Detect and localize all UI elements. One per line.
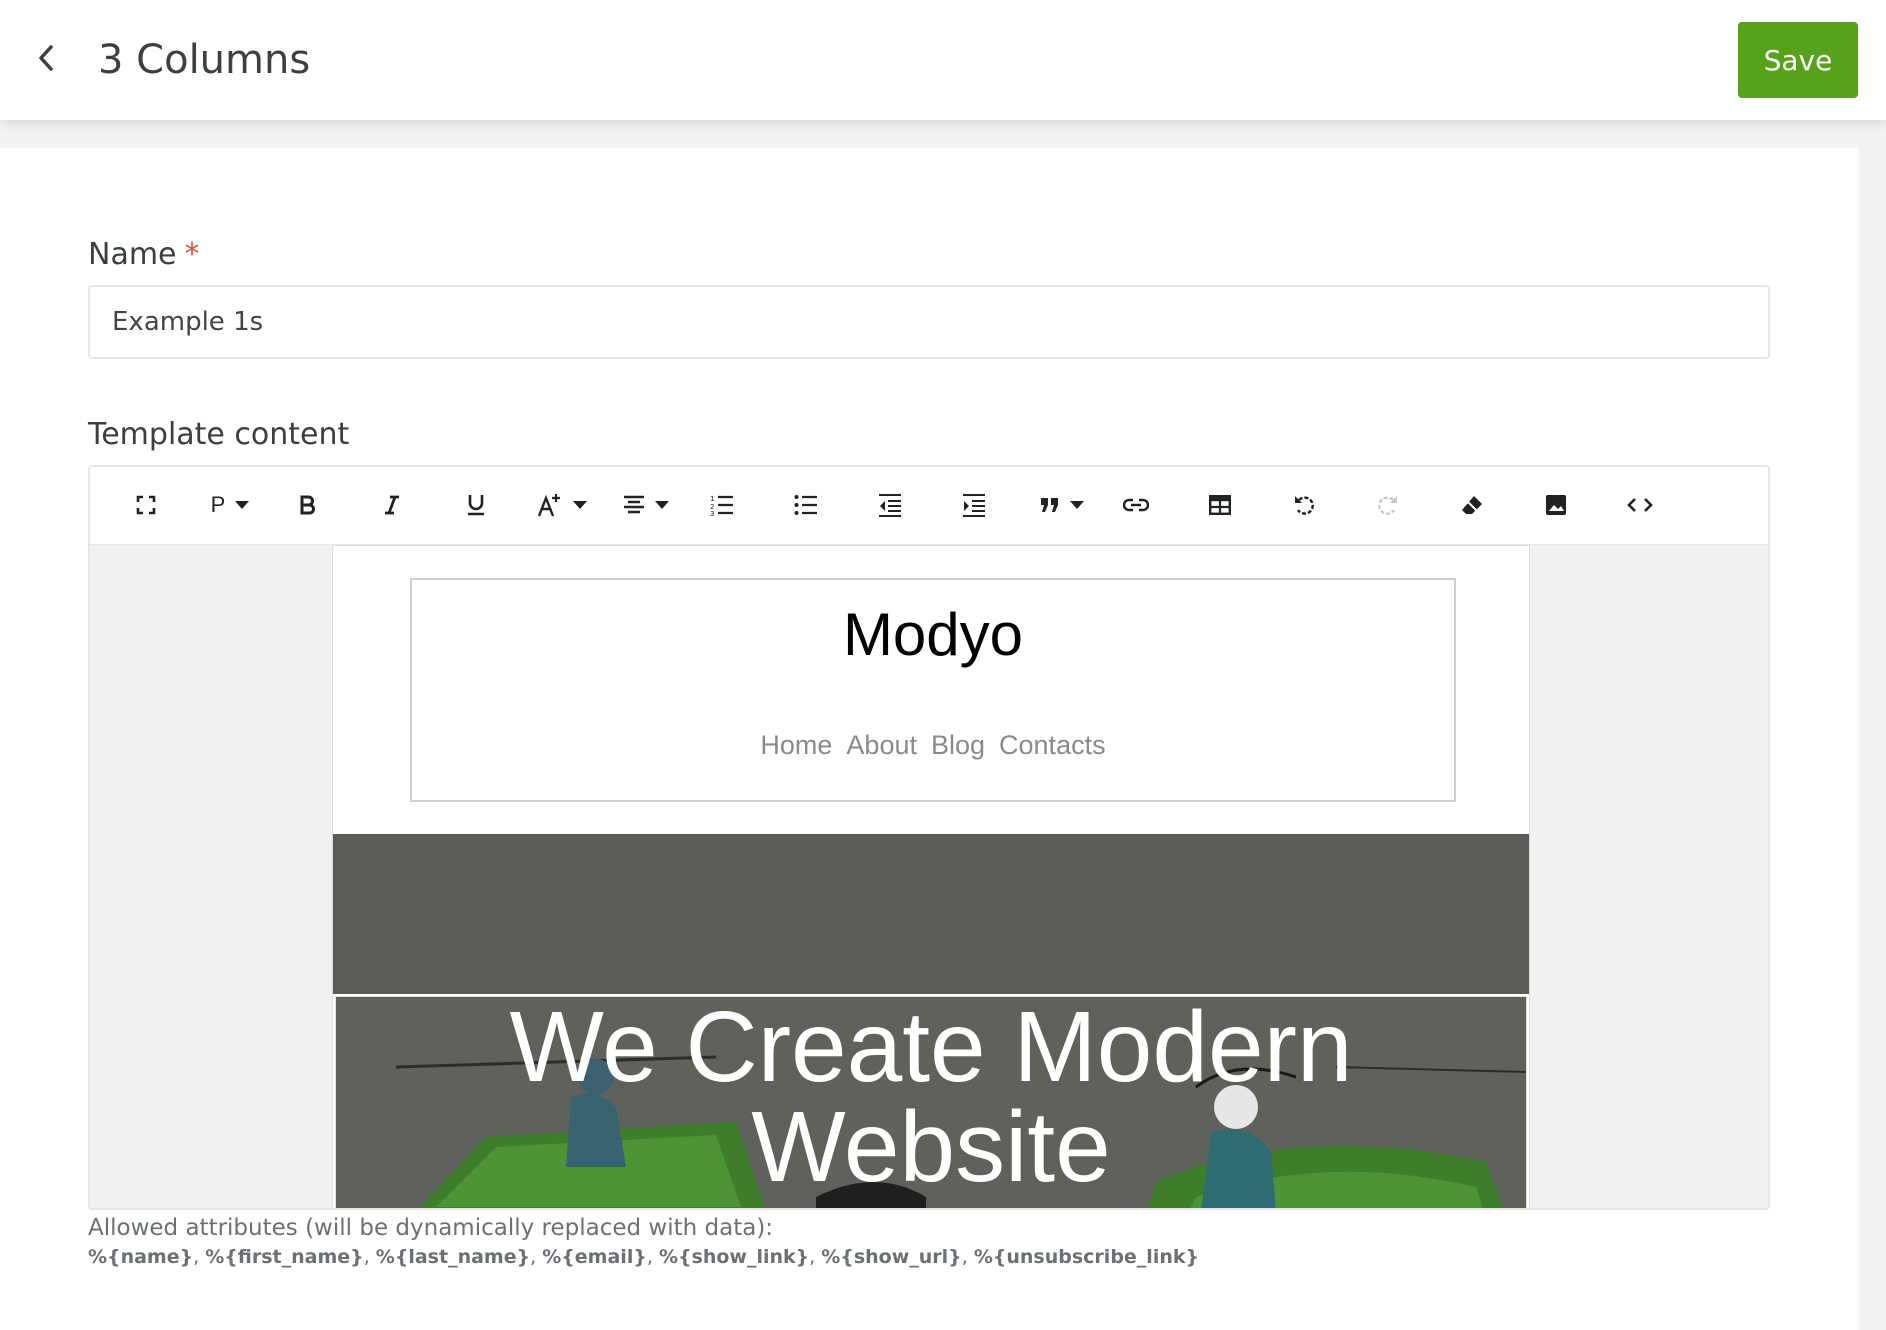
name-label-text: Name [88,237,177,272]
name-label: Name * [88,237,200,272]
top-bar: 3 Columns Save [0,0,1886,120]
blockquote-dropdown[interactable] [1034,484,1090,526]
redo-icon [1377,494,1399,516]
email-nav: Home About Blog Contacts [412,730,1454,761]
chevron-down-icon [1070,501,1084,509]
font-size-icon [537,492,563,518]
nav-link-blog[interactable]: Blog [931,730,985,761]
outdent-icon [878,493,902,517]
brand-title: Modyo [842,601,1024,668]
clear-format-button[interactable] [1452,484,1492,526]
template-content-label: Template content [88,417,350,452]
fullscreen-button[interactable] [126,484,166,526]
back-button[interactable] [28,40,64,80]
hero-headline: We Create Modern Website [336,997,1526,1197]
table-button[interactable] [1200,484,1240,526]
table-icon [1209,495,1231,515]
quote-icon [1040,497,1060,513]
svg-text:1: 1 [710,495,714,503]
attribute-token: %{name} [88,1246,194,1268]
required-mark: * [184,237,200,272]
underline-button[interactable] [456,484,496,526]
font-size-dropdown[interactable] [534,484,590,526]
italic-icon [383,495,401,515]
nav-link-about[interactable]: About [846,730,917,761]
name-input[interactable] [88,285,1770,359]
code-icon [1627,497,1653,513]
attribute-token: %{unsubscribe_link} [973,1246,1200,1268]
image-icon [1545,494,1567,516]
chevron-down-icon [655,501,669,509]
svg-text:3: 3 [710,510,714,516]
undo-icon [1293,494,1315,516]
hero-headline-line2: Website [751,1091,1111,1203]
allowed-attributes-hint: Allowed attributes (will be dynamically … [88,1215,774,1241]
chevron-down-icon [573,501,587,509]
ordered-list-button[interactable]: 123 [702,484,742,526]
insert-image-button[interactable] [1536,484,1576,526]
link-button[interactable] [1116,484,1156,526]
align-center-icon [623,494,645,516]
unordered-list-button[interactable] [786,484,826,526]
link-icon [1123,497,1149,513]
hero-spacer [333,834,1529,994]
bold-button[interactable] [288,484,328,526]
bold-icon [300,495,316,515]
eraser-icon [1460,494,1484,516]
fullscreen-icon [136,495,156,515]
code-view-button[interactable] [1620,484,1660,526]
hero-headline-line1: We Create Modern [509,996,1353,1103]
email-header: Modyo Home About Blog Contacts [410,578,1456,802]
unordered-list-icon [794,494,818,516]
hero-banner: We Create Modern Website [335,996,1527,1208]
paragraph-style-dropdown[interactable]: P [202,484,258,526]
attribute-token: %{show_link} [658,1246,810,1268]
allowed-attributes-list: %{name}, %{first_name}, %{last_name}, %{… [88,1246,1200,1268]
indent-button[interactable] [954,484,994,526]
italic-button[interactable] [372,484,412,526]
paragraph-style-label: P [210,492,226,517]
nav-link-home[interactable]: Home [760,730,832,761]
indent-icon [962,493,986,517]
underline-icon [467,494,485,516]
attribute-token: %{first_name} [205,1246,364,1268]
redo-button[interactable] [1368,484,1408,526]
outdent-button[interactable] [870,484,910,526]
undo-button[interactable] [1284,484,1324,526]
page-title: 3 Columns [98,37,311,83]
attribute-token: %{last_name} [375,1246,531,1268]
chevron-down-icon [235,501,250,509]
chevron-left-icon [36,44,56,76]
attribute-token: %{email} [542,1246,647,1268]
editor-toolbar: P 123 [90,467,1768,545]
align-dropdown[interactable] [618,484,674,526]
rich-text-editor: P 123 Modyo Home About Blog Contacts We … [88,465,1770,1210]
editor-canvas[interactable]: Modyo Home About Blog Contacts We Create… [332,545,1530,1208]
ordered-list-icon: 123 [710,494,734,516]
nav-link-contacts[interactable]: Contacts [999,730,1106,761]
save-button[interactable]: Save [1738,22,1858,98]
attribute-token: %{show_url} [821,1246,962,1268]
